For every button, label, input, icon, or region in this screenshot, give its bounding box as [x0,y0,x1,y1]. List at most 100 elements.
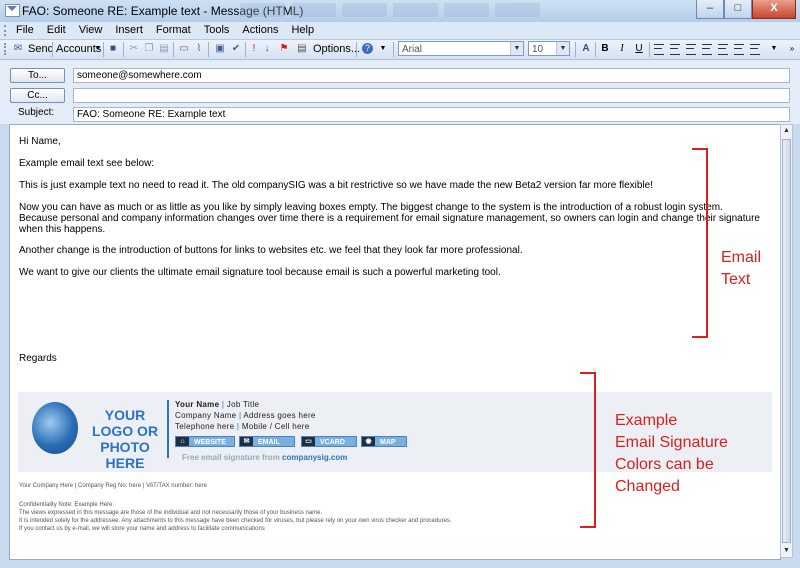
numbering-icon[interactable] [718,44,728,55]
confidentiality-text: It is intended solely for the addressee.… [19,518,452,524]
toolbar-grip[interactable] [4,25,9,36]
scroll-thumb[interactable] [782,139,791,543]
chevron-down-icon: ▼ [510,42,523,55]
regards: Regards [19,353,57,364]
message-header: To... someone@somewhere.com Cc... FAO: S… [0,60,800,124]
confidentiality-text: If you contact us by e-mail, we will sto… [19,526,265,532]
send-button[interactable]: Send [28,42,54,57]
chevron-down-icon: ▼ [556,42,569,55]
toolbar-overflow-icon[interactable]: » [786,43,798,55]
body-line: This is just example text no need to rea… [19,180,654,191]
envelope-icon [5,4,20,17]
high-importance-icon[interactable]: ! [248,43,260,55]
free-signature-note: Free email signature from companysig.com [182,453,348,462]
copy-icon[interactable]: ❐ [143,43,155,55]
menu-help[interactable]: Help [291,24,314,36]
subject-field[interactable]: FAO: Someone RE: Example text [73,107,790,122]
flag-icon[interactable]: ⚑ [278,43,290,55]
menu-actions[interactable]: Actions [242,24,278,36]
body-line: We want to give our clients the ultimate… [19,267,501,278]
envelope-icon: ✉ [240,437,253,446]
sig-company: Company Name [175,411,237,420]
sig-name: Your Name [175,400,220,409]
map-icon: ◉ [362,437,375,446]
cut-icon[interactable]: ✂ [128,43,140,55]
website-button[interactable]: ⌂ WEBSITE [175,436,235,447]
paste-icon[interactable]: ▤ [158,43,170,55]
options-button[interactable]: Options... [313,42,360,57]
menu-view[interactable]: View [79,24,103,36]
company-footer: Your Company Here | Company Reg No: here… [19,483,207,489]
align-left-icon[interactable] [654,44,664,55]
background-taskbar-items [240,3,540,17]
companysig-link[interactable]: companysig.com [282,453,347,462]
body-line: Now you can have as much or as little as… [19,202,760,235]
font-value: Arial [402,44,423,55]
increase-indent-icon[interactable] [750,44,760,55]
globe-logo-icon [32,402,78,454]
italic-icon[interactable]: I [616,43,628,55]
to-field[interactable]: someone@somewhere.com [73,68,790,83]
bold-icon[interactable]: B [599,43,611,55]
save-icon[interactable]: ■ [107,43,119,55]
menu-format[interactable]: Format [156,24,191,36]
font-select[interactable]: Arial ▼ [398,41,524,56]
body-line: Example email text see below: [19,158,155,169]
print-icon[interactable]: ▭ [178,43,190,55]
subject-label: Subject: [18,107,55,118]
menu-insert[interactable]: Insert [115,24,143,36]
close-button[interactable]: X [752,0,796,19]
title-bar: FAO: Someone RE: Example text - Message … [0,0,800,23]
chevron-down-icon: ▼ [770,45,778,52]
home-icon: ⌂ [176,437,189,446]
options-icon[interactable]: ▤ [296,43,308,55]
sig-address: Address goes here [243,411,316,420]
email-text-annotation: Email Text [721,249,762,288]
card-icon: ▭ [302,437,315,446]
maximize-button[interactable]: □ [724,0,752,19]
menu-tools[interactable]: Tools [204,24,230,36]
body-line: Another change is the introduction of bu… [19,245,523,256]
font-color-icon[interactable]: A [580,43,592,55]
scroll-up-icon[interactable]: ▲ [781,125,792,137]
bullets-icon[interactable] [702,44,712,55]
sig-telephone: Telephone here [175,422,235,431]
logo-text: YOUR LOGO OR PHOTO HERE [91,407,159,471]
sig-mobile: Mobile / Cell here [241,422,310,431]
email-text-bracket [692,148,708,338]
menu-file[interactable]: File [16,24,34,36]
menu-bar: File Edit View Insert Format Tools Actio… [0,22,800,40]
confidentiality-title: Confidentiality Note: Example Here: [19,502,115,508]
help-icon[interactable]: ? [362,43,373,54]
toolbar-grip[interactable] [4,43,9,55]
confidentiality-text: The views expressed in this message are … [19,510,323,516]
email-button[interactable]: ✉ EMAIL [239,436,295,447]
menu-edit[interactable]: Edit [47,24,66,36]
attach-icon[interactable]: ⌇ [193,43,205,55]
formatting-toolbar: ✉ Send Accounts ▼ ■ ✂ ❐ ▤ ▭ ⌇ ▣ ✔ ! ↓ ⚑ … [0,40,800,60]
vcard-button[interactable]: ▭ VCARD [301,436,357,447]
address-book-icon[interactable]: ▣ [214,43,226,55]
divider [167,400,169,458]
chevron-down-icon: ▼ [379,45,387,52]
send-icon: ✉ [13,43,23,54]
minimize-button[interactable]: – [696,0,724,19]
align-right-icon[interactable] [686,44,696,55]
decrease-indent-icon[interactable] [734,44,744,55]
to-button[interactable]: To... [10,68,65,83]
cc-field[interactable] [73,88,790,103]
cc-button[interactable]: Cc... [10,88,65,103]
low-importance-icon[interactable]: ↓ [261,43,273,55]
sig-job: Job Title [226,400,260,409]
signature-annotation: Example Email Signature Colors can be Ch… [615,412,728,495]
align-center-icon[interactable] [670,44,680,55]
font-size-select[interactable]: 10 ▼ [528,41,570,56]
signature-bracket [580,372,596,528]
scroll-down-icon[interactable]: ▼ [781,545,792,557]
map-button[interactable]: ◉ MAP [361,436,407,447]
vertical-scrollbar[interactable]: ▲ ▼ [780,124,793,558]
font-size-value: 10 [532,44,544,55]
underline-icon[interactable]: U [633,43,645,55]
check-names-icon[interactable]: ✔ [230,43,242,55]
greeting: Hi Name, [19,136,61,147]
